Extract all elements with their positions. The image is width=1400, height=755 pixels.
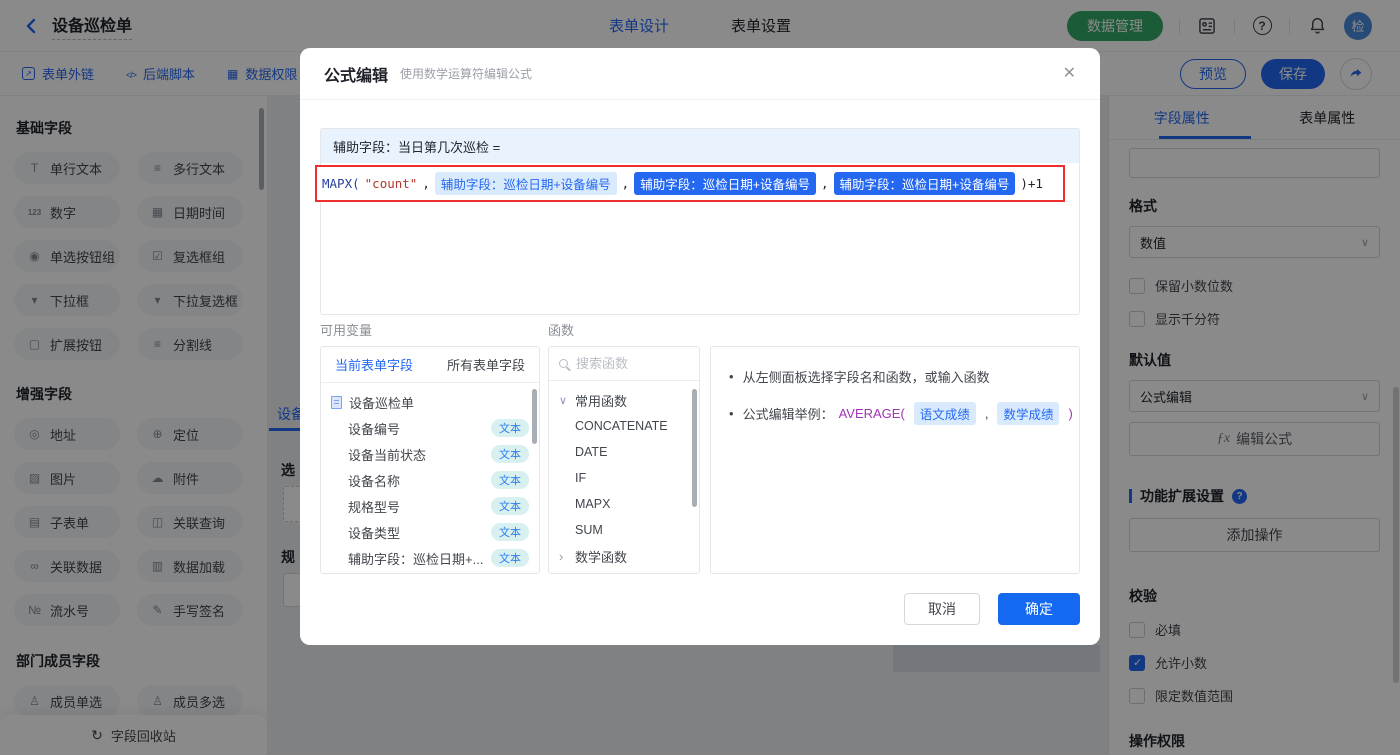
variables-label: 可用变量 [320, 320, 372, 339]
formula-help-panel: 从左侧面板选择字段名和函数，或输入函数 公式编辑举例： AVERAGE( 语文成… [710, 346, 1080, 574]
function-search-input[interactable] [576, 356, 689, 371]
variables-panel: 当前表单字段 所有表单字段 设备巡检单 设备编号文本 设备当前状态文本 设备名称… [320, 346, 540, 574]
formula-field-chip[interactable]: 辅助字段：巡检日期+设备编号 [435, 172, 617, 195]
function-group-row[interactable]: 文本函数 [549, 569, 699, 574]
search-icon [559, 359, 568, 368]
function-name: IF [575, 471, 586, 485]
formula-comma: , [422, 176, 430, 191]
function-item[interactable]: CONCATENATE [549, 413, 699, 439]
variables-scrollbar[interactable] [532, 389, 537, 444]
function-name: SUM [575, 523, 603, 537]
type-badge: 文本 [491, 497, 529, 515]
type-badge: 文本 [491, 419, 529, 437]
help-line: 公式编辑举例： AVERAGE( 语文成绩 , 数学成绩 ) [729, 402, 1061, 425]
function-name: CONCATENATE [575, 419, 668, 433]
function-group-row[interactable]: 常用函数 [549, 387, 699, 413]
formula-comma: , [622, 176, 630, 191]
formula-tail-token: )+1 [1020, 176, 1043, 191]
type-badge: 文本 [491, 471, 529, 489]
example-field-chip: 语文成绩 [914, 402, 976, 425]
modal-title: 公式编辑 [324, 62, 388, 86]
function-search [549, 347, 699, 381]
chevron-down-icon [559, 394, 569, 407]
formula-assign-label: 辅助字段：当日第几次巡检 = [321, 129, 1079, 163]
variable-root-row[interactable]: 设备巡检单 [321, 389, 539, 415]
variable-name: 设备名称 [348, 471, 400, 490]
example-field-chip: 数学成绩 [997, 402, 1059, 425]
function-group-label: 常用函数 [575, 391, 627, 410]
formula-field-chip-selected[interactable]: 辅助字段：巡检日期+设备编号 [634, 172, 816, 195]
modal-subtitle: 使用数学运算符编辑公式 [400, 65, 532, 82]
formula-field-chip-selected[interactable]: 辅助字段：巡检日期+设备编号 [834, 172, 1016, 195]
variable-row[interactable]: 辅助字段：巡检日期+... 文本 [321, 545, 539, 571]
example-function-token: AVERAGE( [839, 406, 905, 421]
confirm-button[interactable]: 确定 [998, 593, 1080, 625]
type-badge: 文本 [491, 549, 529, 567]
formula-highlight-annotation: MAPX( "count" , 辅助字段：巡检日期+设备编号 , 辅助字段：巡检… [315, 165, 1065, 202]
help-line: 从左侧面板选择字段名和函数，或输入函数 [729, 367, 1061, 386]
formula-editor-modal: 公式编辑 使用数学运算符编辑公式 ✕ 辅助字段：当日第几次巡检 = MAPX( … [300, 48, 1100, 645]
function-name: MAPX [575, 497, 610, 511]
chevron-right-icon [559, 549, 569, 564]
example-comma: , [985, 406, 989, 421]
functions-scrollbar[interactable] [692, 389, 697, 507]
type-badge: 文本 [491, 445, 529, 463]
example-close-paren: ) [1068, 406, 1072, 421]
variable-name: 辅助字段：巡检日期+... [348, 549, 483, 568]
help-text: 公式编辑举例： [743, 404, 834, 423]
variable-name: 设备编号 [348, 419, 400, 438]
close-icon[interactable]: ✕ [1063, 66, 1076, 82]
functions-label: 函数 [548, 320, 574, 339]
variable-row[interactable]: 设备名称 文本 [321, 467, 539, 493]
function-item[interactable]: DATE [549, 439, 699, 465]
formula-comma: , [821, 176, 829, 191]
variable-row[interactable]: 设备编号 文本 [321, 415, 539, 441]
function-group-label: 文本函数 [575, 573, 627, 575]
variable-row[interactable]: 设备类型 文本 [321, 519, 539, 545]
function-item[interactable]: SUM [549, 517, 699, 543]
function-item[interactable]: MAPX [549, 491, 699, 517]
type-badge: 文本 [491, 523, 529, 541]
help-text: 从左侧面板选择字段名和函数，或输入函数 [743, 367, 990, 386]
form-document-icon [331, 396, 342, 409]
function-name: DATE [575, 445, 607, 459]
variable-root-label: 设备巡检单 [349, 393, 414, 412]
formula-string-token: "count" [365, 176, 418, 191]
formula-editor-area[interactable]: 辅助字段：当日第几次巡检 = [320, 128, 1080, 315]
functions-panel: 常用函数 CONCATENATE DATE IF MAPX SUM 数学函数 文… [548, 346, 700, 574]
variable-row[interactable]: 规格型号 文本 [321, 493, 539, 519]
variable-name: 规格型号 [348, 497, 400, 516]
variable-name: 设备类型 [348, 523, 400, 542]
cancel-button[interactable]: 取消 [904, 593, 980, 625]
variable-name: 设备当前状态 [348, 445, 426, 464]
function-item[interactable]: IF [549, 465, 699, 491]
formula-function-token: MAPX( [322, 176, 360, 191]
function-group-label: 数学函数 [575, 547, 627, 566]
tab-all-form-fields[interactable]: 所有表单字段 [447, 355, 525, 374]
variable-row[interactable]: 设备当前状态 文本 [321, 441, 539, 467]
function-group-row[interactable]: 数学函数 [549, 543, 699, 569]
tab-current-form-fields[interactable]: 当前表单字段 [335, 355, 413, 374]
